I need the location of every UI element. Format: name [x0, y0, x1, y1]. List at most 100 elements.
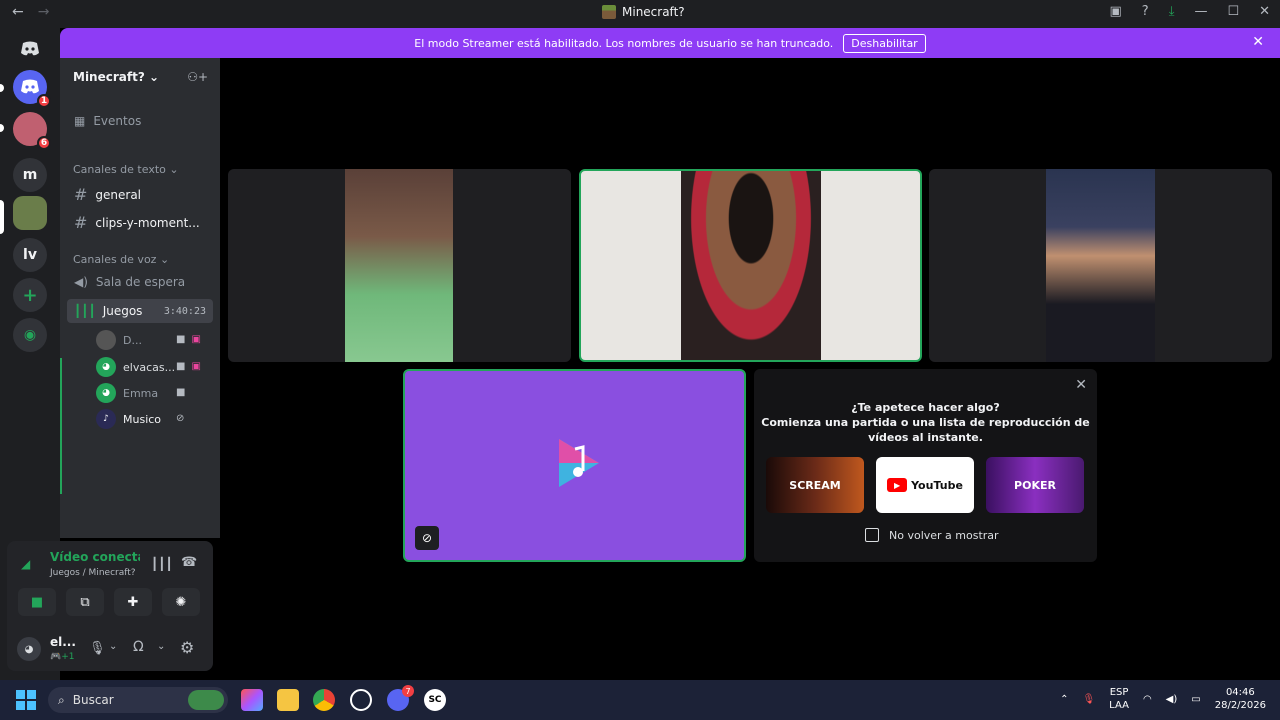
obs-icon[interactable]	[350, 689, 372, 711]
dont-show-label: No volver a mostrar	[889, 528, 999, 542]
window-title-text: Minecraft?	[622, 5, 685, 19]
avatar[interactable]: ◕	[17, 637, 41, 661]
add-server-label: +	[22, 284, 38, 306]
camera-feed	[345, 169, 453, 362]
chevron-down-icon[interactable]: ⌄	[157, 641, 165, 652]
window-controls: ▣ ? ⤓ — ☐ ✕	[1109, 4, 1270, 19]
video-tile[interactable]	[228, 169, 571, 362]
copilot-icon[interactable]	[241, 689, 263, 711]
server-m-label: m	[22, 167, 38, 183]
windows-start-icon[interactable]	[16, 690, 36, 710]
lang-top: ESP	[1109, 687, 1129, 698]
discord-home-icon[interactable]	[13, 32, 47, 66]
hash-icon: #	[74, 185, 88, 204]
gear-icon[interactable]: ⚙	[180, 638, 194, 657]
server-avatar-pink[interactable]: 6	[13, 112, 51, 150]
discord-taskbar-icon[interactable]: 7	[387, 685, 414, 711]
wifi-icon[interactable]: ◠	[1143, 694, 1152, 705]
activity-card-poker[interactable]: POKER	[986, 457, 1084, 513]
app-sc-icon[interactable]: SC	[424, 689, 446, 711]
back-arrow-icon[interactable]: ←	[12, 4, 24, 20]
voice-activity-icon: ┃┃┃	[74, 304, 96, 318]
signal-icon: ◢	[21, 557, 31, 571]
inbox-icon[interactable]: ▣	[1109, 4, 1121, 19]
taskbar-search[interactable]: ⌕ Buscar	[48, 687, 228, 713]
activity-prompt-panel: ✕ ¿Te apetece hacer algo? Comienza una p…	[754, 369, 1097, 562]
close-icon[interactable]: ✕	[1075, 377, 1087, 393]
window-title: Minecraft?	[602, 5, 685, 19]
youtube-play-icon: ▶	[887, 478, 908, 492]
search-icon: ⌕	[58, 692, 65, 707]
channel-clips[interactable]: # clips-y-moment...	[74, 213, 200, 232]
voice-user-status: ■ ▣	[176, 361, 201, 372]
help-icon[interactable]: ?	[1142, 4, 1149, 19]
activity-card-youtube[interactable]: ▶ YouTube	[876, 457, 974, 513]
video-tile-speaking[interactable]	[579, 169, 922, 362]
connection-location: Juegos / Minecraft?	[50, 568, 136, 578]
voice-user[interactable]: ◕ elvacas...	[96, 357, 175, 377]
voice-connection-panel: ◢ Vídeo conectado Juegos / Minecraft? ┃┃…	[7, 541, 213, 629]
microphone-icon[interactable]: 🎙	[89, 641, 106, 656]
screen-share-button[interactable]: ⧉	[66, 588, 104, 616]
soundboard-button[interactable]: ✺	[162, 588, 200, 616]
channel-general[interactable]: # general	[74, 185, 141, 204]
disable-streamer-button[interactable]: Deshabilitar	[843, 33, 926, 53]
stream-off-icon[interactable]: ⊘	[415, 526, 439, 550]
voice-user[interactable]: D...	[96, 330, 142, 350]
user-activity: 🎮+1	[50, 652, 75, 662]
server-header[interactable]: Minecraft? ⌄	[73, 70, 159, 84]
voice-user[interactable]: ◕ Emma	[96, 383, 158, 403]
activity-tile-musico[interactable]: ⊘	[403, 369, 746, 562]
speaker-icon: ◀)	[74, 275, 88, 289]
explore-compass-icon[interactable]: ◉	[13, 318, 47, 352]
volume-icon[interactable]: ◀)	[1166, 694, 1178, 705]
events-item[interactable]: ▦ Eventos	[74, 114, 141, 128]
voice-channel-juegos[interactable]: ┃┃┃ Juegos 3:40:23	[67, 299, 213, 323]
battery-icon[interactable]: ▭	[1191, 694, 1200, 705]
chevron-down-icon[interactable]: ⌄	[109, 641, 117, 652]
language-indicator[interactable]: ESP LAA	[1109, 686, 1129, 712]
close-window-button[interactable]: ✕	[1259, 4, 1270, 19]
voice-user-status: ⊘	[176, 413, 184, 424]
history-nav: ← →	[12, 4, 49, 20]
voice-user[interactable]: ♪ Musico	[96, 409, 161, 429]
clock[interactable]: 04:46 28/2/2026	[1215, 686, 1266, 712]
invite-people-icon[interactable]: ⚇+	[187, 70, 208, 84]
voice-channels-category[interactable]: Canales de voz ⌄	[73, 253, 169, 266]
server-lv[interactable]: lv	[13, 238, 47, 272]
camera-button[interactable]: ■	[18, 588, 56, 616]
card-label: POKER	[1014, 478, 1056, 492]
checkbox[interactable]	[865, 528, 879, 542]
connection-status[interactable]: Vídeo conectado	[50, 550, 140, 564]
disconnect-icon[interactable]: ☎	[181, 555, 197, 570]
activities-button[interactable]: ✚	[114, 588, 152, 616]
search-placeholder: Buscar	[72, 693, 114, 707]
server-m[interactable]: m	[13, 158, 47, 192]
chevron-up-icon[interactable]: ⌃	[1060, 694, 1068, 705]
maximize-button[interactable]: ☐	[1227, 4, 1239, 19]
voice-user-name: D...	[123, 333, 142, 347]
avatar: ♪	[96, 409, 116, 429]
close-banner-icon[interactable]: ✕	[1252, 34, 1264, 50]
text-channels-category[interactable]: Canales de texto ⌄	[73, 163, 179, 176]
clock-time: 04:46	[1225, 687, 1255, 698]
noise-suppression-icon[interactable]: ┃┃┃	[151, 557, 173, 571]
calendar-icon: ▦	[74, 114, 86, 128]
channel-waiting-room[interactable]: ◀) Sala de espera	[74, 275, 185, 289]
headphones-icon[interactable]: Ω	[133, 639, 144, 655]
minimize-button[interactable]: —	[1194, 4, 1207, 19]
file-explorer-icon[interactable]	[277, 689, 299, 711]
windows-taskbar: ⌕ Buscar 7 SC ⌃ 🎙 ESP LAA ◠ ◀) ▭ 04:46 2…	[0, 680, 1280, 720]
dont-show-again[interactable]: No volver a mostrar	[865, 528, 999, 542]
add-server-icon[interactable]: +	[13, 278, 47, 312]
camera-feed	[681, 171, 821, 360]
server-discord-dm[interactable]: 1	[13, 70, 51, 108]
activity-card-scream[interactable]: SCREAM	[766, 457, 864, 513]
user-activity-count: +1	[61, 652, 75, 662]
forward-arrow-icon[interactable]: →	[38, 4, 50, 20]
download-icon[interactable]: ⤓	[1169, 4, 1175, 19]
microphone-tray-icon[interactable]: 🎙	[1082, 694, 1095, 705]
chrome-icon[interactable]	[313, 689, 335, 711]
video-tile[interactable]	[929, 169, 1272, 362]
server-minecraft[interactable]	[13, 196, 47, 230]
